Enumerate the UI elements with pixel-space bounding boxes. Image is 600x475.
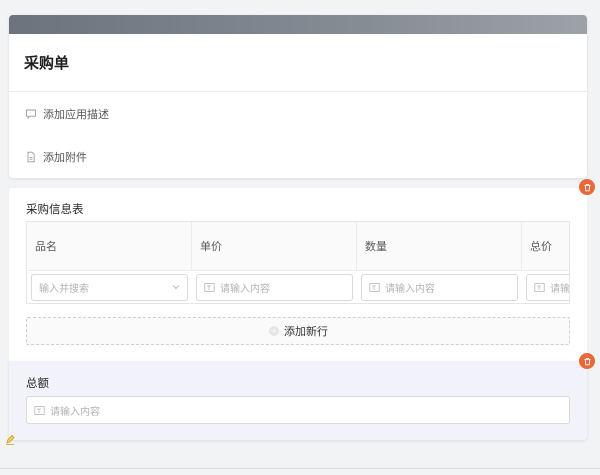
column-header-quantity: 数量: [357, 222, 522, 270]
table-section-label: 采购信息表: [26, 202, 84, 216]
purchase-info-table-section[interactable]: 采购信息表 品名 单价 数量 总价 输入并搜索 请输入内容 请输入内容 请输 添…: [9, 188, 587, 361]
comment-icon: [25, 108, 37, 120]
purchase-table: 品名 单价 数量 总价 输入并搜索 请输入内容 请输入内容 请输: [26, 221, 570, 304]
cell-product: 输入并搜索: [27, 274, 192, 301]
total-amount-field: 请输入内容: [26, 396, 570, 424]
attachment-file-icon: [25, 151, 37, 163]
total-price-placeholder: 请输入内容: [550, 284, 570, 295]
form-title[interactable]: 采购单: [9, 34, 587, 92]
quantity-placeholder: 请输入内容: [385, 284, 435, 295]
form-header-card: 采购单 添加应用描述 添加附件: [9, 15, 587, 178]
delete-table-section-button[interactable]: [579, 179, 595, 195]
delete-total-section-button[interactable]: [579, 353, 595, 369]
chevron-down-icon: [172, 282, 180, 293]
text-field-icon: [34, 405, 45, 416]
column-header-total: 总价: [530, 240, 552, 253]
table-row: 输入并搜索 请输入内容 请输入内容 请输: [27, 271, 570, 303]
cell-quantity: 请输入内容: [357, 274, 522, 301]
product-search-select[interactable]: 输入并搜索: [31, 274, 188, 301]
trash-icon: [583, 183, 592, 192]
product-search-placeholder: 输入并搜索: [39, 284, 89, 295]
add-new-row-label: 添加新行: [284, 325, 328, 338]
add-new-row-button[interactable]: 添加新行: [26, 317, 570, 345]
text-field-icon: [204, 282, 215, 293]
column-header-price: 单价: [192, 222, 357, 270]
edit-hand-icon[interactable]: [3, 432, 17, 446]
text-field-icon: [534, 282, 545, 293]
cell-total: 请输入内容: [522, 274, 570, 301]
plus-circle-icon: [268, 325, 280, 337]
total-amount-section[interactable]: 总额 请输入内容: [9, 361, 587, 440]
quantity-input[interactable]: 请输入内容: [361, 274, 518, 301]
total-amount-label: 总额: [26, 376, 49, 390]
cell-price: 请输入内容: [192, 274, 357, 301]
bottom-divider: [0, 468, 600, 469]
price-placeholder: 请输入内容: [220, 284, 270, 295]
total-amount-input[interactable]: 请输入内容: [26, 396, 570, 424]
add-attachment-label: 添加附件: [43, 150, 87, 164]
table-header: 品名 单价 数量 总价: [27, 222, 569, 271]
column-header-product: 品名: [27, 222, 192, 270]
total-price-input[interactable]: 请输入内容: [526, 274, 570, 301]
text-field-icon: [369, 282, 380, 293]
total-amount-placeholder: 请输入内容: [50, 406, 100, 418]
add-attachment-button[interactable]: 添加附件: [9, 135, 587, 178]
trash-icon: [583, 357, 592, 366]
add-description-label: 添加应用描述: [43, 107, 109, 121]
form-canvas: 采购单 添加应用描述 添加附件 采购信息表 品名 单价 数量 总价 输入并搜索 …: [0, 0, 600, 475]
price-input[interactable]: 请输入内容: [196, 274, 353, 301]
add-description-button[interactable]: 添加应用描述: [9, 92, 587, 135]
theme-color-bar: [9, 15, 587, 34]
